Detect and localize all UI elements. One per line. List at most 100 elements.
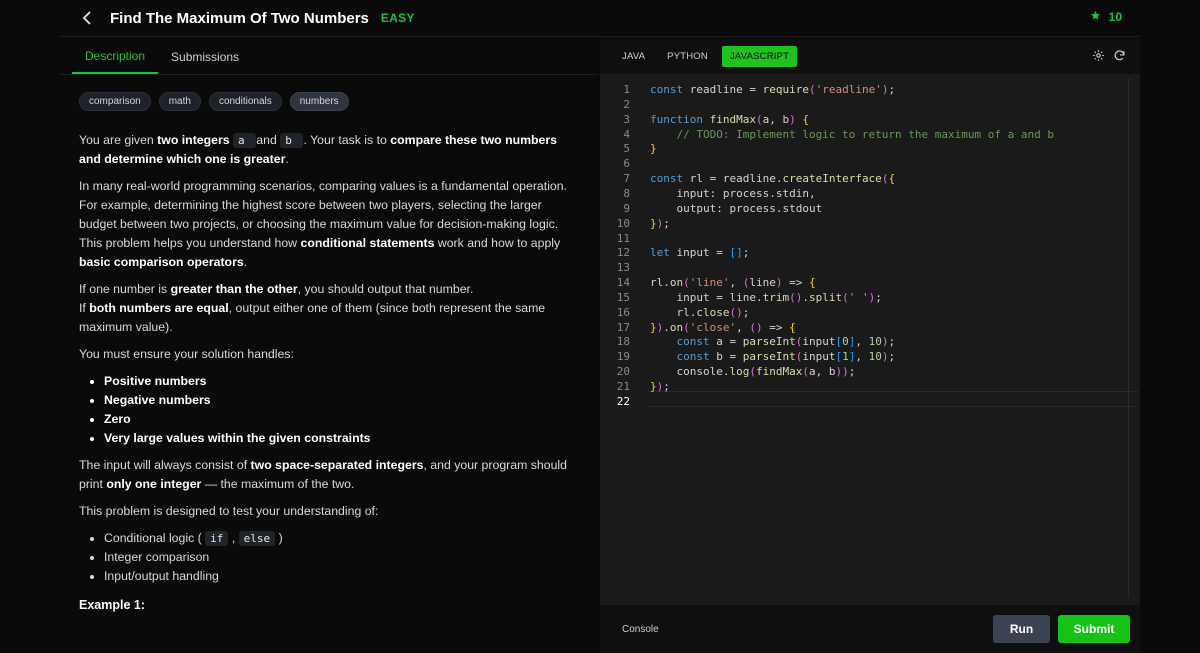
tag-conditionals[interactable]: conditionals (208, 92, 282, 111)
text: The input will always consist of (79, 458, 251, 472)
description-panel: Description Submissions comparison math … (60, 38, 598, 653)
line-number: 6 (623, 157, 630, 171)
code-line: 19 const b = parseInt(input[1], 10); (600, 349, 1130, 364)
problem-header: Find The Maximum Of Two Numbers EASY 10 (60, 0, 1140, 37)
code-text: input = line.trim().split(' '); (650, 290, 882, 304)
code-line: 3 function findMax(a, b) { (600, 112, 1130, 127)
text-bold: two integers (157, 133, 230, 147)
text: If (79, 301, 90, 315)
line-number: 17 (616, 320, 630, 334)
code-text: }); (650, 216, 670, 230)
handles-list: Positive numbers Negative numbers Zero V… (104, 372, 574, 448)
code-text: const a = parseInt(input[0], 10); (676, 335, 896, 349)
text-bold: two space-separated integers (250, 458, 424, 472)
code-editor[interactable]: 1 const readline = require('readline'); 2 3… (600, 82, 1140, 602)
line-number: 18 (616, 335, 630, 349)
tag-numbers[interactable]: numbers (289, 92, 349, 111)
line-number: 1 (623, 83, 630, 96)
code-line: 17}).on('close', () => { (600, 320, 1130, 335)
code-text: function findMax(a, b) { (650, 112, 809, 126)
tab-java[interactable]: JAVA (614, 46, 653, 67)
text-bold: basic comparison operators (79, 255, 244, 269)
text-bold: both numbers are equal (89, 301, 229, 315)
text: , (228, 531, 239, 545)
topics-list: Conditional logic ( if , else ) Integer … (104, 529, 574, 586)
line-number: 20 (616, 365, 630, 379)
difficulty-badge: EASY (380, 11, 415, 25)
run-button[interactable]: Run (993, 615, 1050, 643)
editor-actions (1092, 49, 1126, 67)
line-number: 16 (616, 305, 630, 319)
text: . (243, 255, 248, 269)
tag-list: comparison math conditionals numbers (60, 75, 598, 111)
list-item: Positive numbers (104, 372, 574, 391)
code-text: const rl = readline.createInterface({ (650, 172, 896, 186)
code-text: // TODO: Implement logic to return the m… (650, 127, 1054, 141)
code-line: 15 input = line.trim().split(' '); (600, 290, 1130, 305)
code-text: input: process.stdin, (650, 186, 816, 200)
text: If one number is (79, 282, 171, 296)
tag-comparison[interactable]: comparison (79, 92, 151, 111)
description-content: You are given two integers a and b . You… (60, 111, 598, 615)
example-heading: Example 1: (79, 598, 146, 612)
line-number: 14 (616, 276, 630, 290)
code-else: else (238, 531, 276, 546)
line-number: 12 (616, 246, 630, 260)
paragraph-context: In many real-world programming scenarios… (79, 177, 574, 272)
list-item: Integer comparison (104, 548, 574, 567)
star-icon (1090, 10, 1101, 24)
code-text: rl.close(); (650, 305, 750, 319)
text: . (285, 152, 289, 166)
submit-button[interactable]: Submit (1058, 615, 1130, 643)
tab-submissions[interactable]: Submissions (158, 50, 252, 74)
code-text: const b = parseInt(input[1], 10); (676, 350, 896, 364)
text: work and how to apply (434, 236, 561, 250)
code-line: 2 (600, 97, 1130, 112)
code-line: 11 (600, 231, 1130, 246)
line-number: 13 (616, 261, 630, 275)
code-text: rl.on('line', (line) => { (650, 276, 816, 290)
list-item: Very large values within the given const… (104, 429, 574, 448)
tab-description[interactable]: Description (72, 49, 159, 74)
code-line: 16 rl.close(); (600, 305, 1130, 320)
code-line: 14 rl.on('line', (line) => { (600, 275, 1130, 290)
left-tabs: Description Submissions (60, 38, 598, 74)
list-item: Zero (104, 410, 574, 429)
paragraph-rules: If one number is greater than the other,… (79, 280, 574, 337)
line-number: 7 (623, 172, 630, 186)
tab-javascript[interactable]: JAVASCRIPT (721, 45, 798, 67)
code-b: b (280, 133, 304, 148)
code-a: a (233, 133, 257, 148)
reset-icon[interactable] (1113, 49, 1126, 67)
back-icon[interactable] (80, 11, 94, 25)
tab-python[interactable]: PYTHON (659, 46, 716, 67)
settings-icon[interactable] (1092, 49, 1105, 67)
code-line: 13 (600, 260, 1130, 275)
list-item: Negative numbers (104, 391, 574, 410)
points-value: 10 (1108, 10, 1122, 24)
text: ) (275, 531, 283, 545)
text: , you should output that number. (297, 282, 474, 296)
code-text: let input = []; (650, 246, 750, 260)
code-text: console.log(findMax(a, b)); (650, 365, 856, 379)
line-number: 2 (623, 97, 630, 111)
paragraph-input: The input will always consist of two spa… (79, 456, 574, 494)
paragraph-handles: You must ensure your solution handles: (79, 347, 294, 361)
problem-title: Find The Maximum Of Two Numbers (110, 9, 369, 27)
console-toggle[interactable]: Console (622, 624, 659, 635)
code-line: 20 console.log(findMax(a, b)); (600, 364, 1130, 379)
line-number: 3 (623, 112, 630, 126)
list-item: Conditional logic ( if , else ) (104, 529, 574, 548)
line-number: 15 (616, 290, 630, 304)
code-line: 10}); (600, 216, 1130, 231)
tag-math[interactable]: math (158, 92, 201, 111)
text-bold: greater than the other (170, 282, 298, 296)
editor-scrollbar[interactable] (1128, 78, 1140, 598)
language-tabs: JAVA PYTHON JAVASCRIPT (600, 38, 1140, 74)
code-line: 9 output: process.stdout (600, 201, 1130, 216)
code-line: 22 (600, 394, 1130, 409)
code-line: 7 const rl = readline.createInterface({ (600, 171, 1130, 186)
line-number: 11 (616, 231, 630, 245)
text-bold: only one integer (106, 477, 202, 491)
line-number: 19 (616, 350, 630, 364)
